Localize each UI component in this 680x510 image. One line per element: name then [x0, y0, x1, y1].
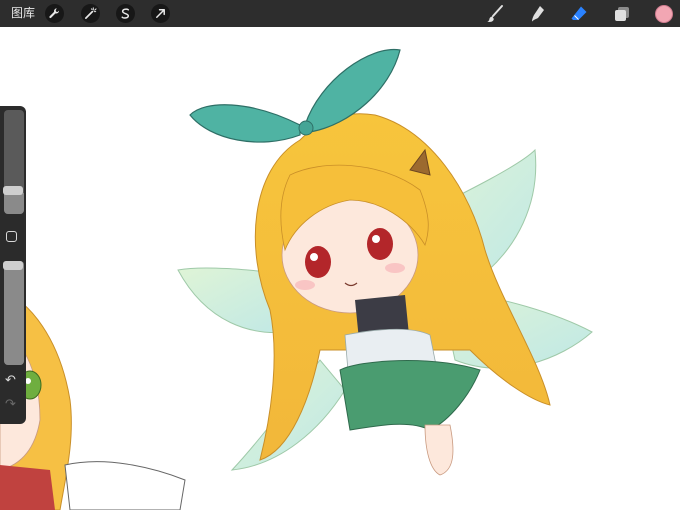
- eraser-icon[interactable]: [569, 4, 589, 24]
- brush-size-handle[interactable]: [3, 186, 23, 195]
- brush-size-slider[interactable]: [4, 110, 24, 214]
- brush-icon[interactable]: [485, 4, 505, 24]
- drawing-canvas[interactable]: [0, 27, 680, 510]
- redo-arrow-icon[interactable]: ↷: [5, 398, 16, 412]
- gallery-button[interactable]: 图库: [11, 6, 35, 20]
- selection-icon[interactable]: [116, 4, 135, 23]
- right-eye: [367, 228, 393, 260]
- modify-square-button[interactable]: [6, 231, 17, 242]
- opacity-handle[interactable]: [3, 261, 23, 270]
- transform-arrow-icon[interactable]: [151, 4, 170, 23]
- left-eye: [305, 246, 331, 278]
- leaf-skirt: [339, 360, 481, 431]
- undo-arrow-icon[interactable]: ↶: [5, 374, 16, 388]
- second-character-partial: [0, 289, 186, 510]
- wrench-icon[interactable]: [45, 4, 64, 23]
- layers-icon[interactable]: [612, 4, 632, 24]
- opacity-slider[interactable]: [4, 261, 24, 365]
- magic-wand-icon[interactable]: [81, 4, 100, 23]
- left-sidebar: ↶ ↷: [0, 106, 26, 424]
- smudge-icon[interactable]: [527, 4, 547, 24]
- chibi-fairy-artwork: [0, 48, 593, 510]
- top-toolbar: 图库: [0, 0, 680, 27]
- color-picker-button[interactable]: [655, 5, 673, 23]
